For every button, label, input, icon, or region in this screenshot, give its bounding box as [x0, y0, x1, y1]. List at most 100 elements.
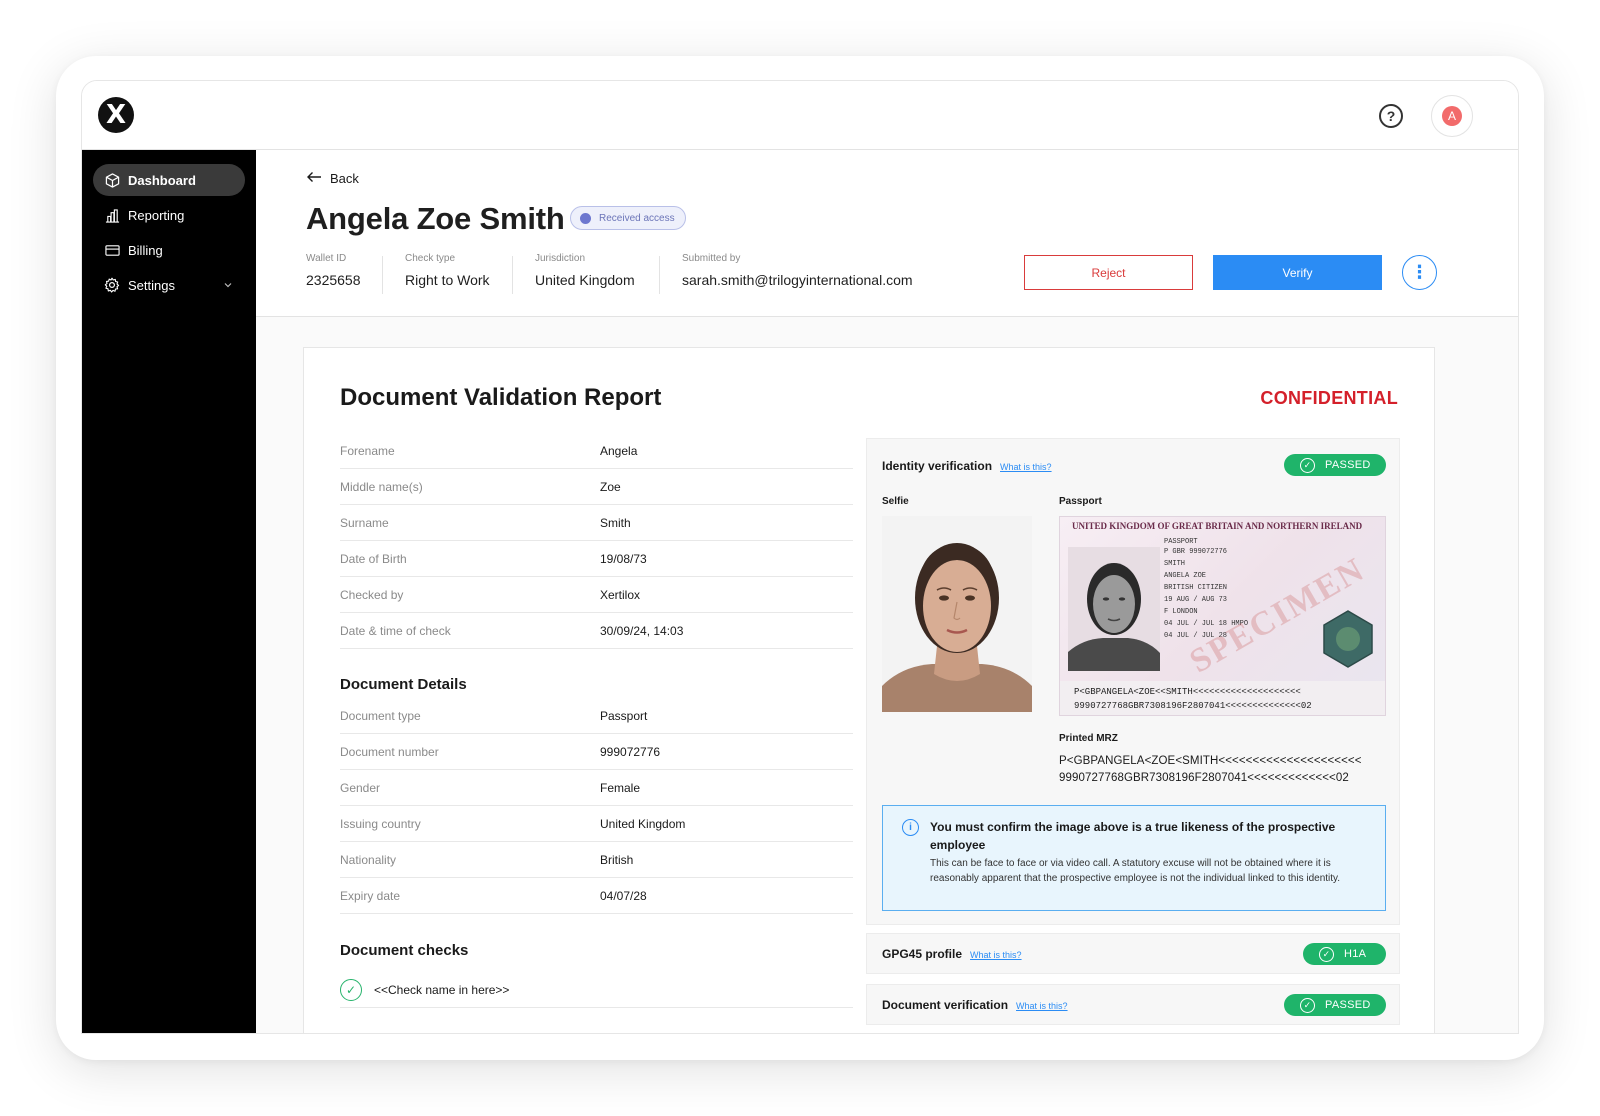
likeness-notice: i You must confirm the image above is a …	[882, 805, 1386, 911]
identity-verification-panel: Identity verification What is this? ✓ PAS…	[866, 438, 1400, 925]
check-circle-icon: ✓	[1319, 946, 1334, 962]
panel-title-label: Identity verification	[882, 459, 993, 473]
what-is-this-link[interactable]: What is this?	[1016, 1001, 1068, 1011]
detail-row: Document type Passport	[340, 698, 853, 734]
passed-label: PASSED	[1325, 999, 1371, 1011]
passport-mrz: P<GBPANGELA<ZOE<<SMITH<<<<<<<<<<<<<<<<<<…	[1060, 681, 1385, 715]
help-icon[interactable]: ?	[1379, 104, 1403, 128]
info-icon: i	[902, 819, 919, 836]
more-options-button[interactable]: ⋮	[1402, 255, 1437, 290]
printed-mrz-label: Printed MRZ	[1059, 733, 1118, 744]
row-value: Xertilox	[600, 587, 641, 602]
document-verification-title: Document verification What is this?	[882, 998, 1068, 1012]
selfie-label: Selfie	[882, 496, 909, 507]
row-key: Issuing country	[340, 816, 421, 831]
printed-mrz: P<GBPANGELA<ZOE<SMITH<<<<<<<<<<<<<<<<<<<…	[1059, 753, 1362, 787]
sidebar-item-label: Dashboard	[128, 172, 196, 188]
bar-chart-icon	[104, 207, 120, 223]
passport-header: UNITED KINGDOM OF GREAT BRITAIN AND NORT…	[1072, 521, 1363, 531]
passport-photo	[1068, 547, 1160, 671]
passport-field: PASSPORT	[1164, 538, 1198, 546]
status-dot-icon	[580, 212, 591, 224]
sidebar-item-reporting[interactable]: Reporting	[93, 199, 245, 231]
meta-jurisdiction: Jurisdiction United Kingdom	[535, 253, 635, 288]
meta-value: sarah.smith@trilogyinternational.com	[682, 272, 913, 288]
row-key: Date of Birth	[340, 551, 407, 566]
document-details-title: Document Details	[340, 676, 467, 693]
row-key: Document number	[340, 744, 439, 759]
back-label: Back	[330, 171, 359, 186]
check-circle-icon: ✓	[1300, 457, 1315, 473]
status-badge: Received access	[570, 206, 686, 230]
detail-row: Nationality British	[340, 842, 853, 878]
passed-badge: ✓ PASSED	[1284, 994, 1386, 1016]
panel-title-label: GPG45 profile	[882, 947, 963, 961]
passport-field: SMITH	[1164, 560, 1186, 568]
divider	[512, 256, 513, 294]
sidebar-item-billing[interactable]: Billing	[93, 234, 245, 266]
meta-value: 2325658	[306, 272, 361, 288]
sidebar-item-dashboard[interactable]: Dashboard	[93, 164, 245, 196]
passport-image: UNITED KINGDOM OF GREAT BRITAIN AND NORT…	[1059, 516, 1386, 716]
row-key: Document type	[340, 708, 421, 723]
detail-row: Gender Female	[340, 770, 853, 806]
h1a-badge: ✓ H1A	[1303, 943, 1386, 965]
person-details: Forename Angela Middle name(s) Zoe Surname…	[340, 433, 853, 649]
sidebar-item-label: Reporting	[128, 207, 185, 223]
passport-field: F LONDON	[1164, 608, 1198, 616]
row-value: British	[600, 852, 634, 867]
identity-verification-title: Identity verification What is this?	[882, 459, 1052, 473]
row-key: Gender	[340, 780, 381, 795]
what-is-this-link[interactable]: What is this?	[970, 950, 1022, 960]
check-circle-icon: ✓	[340, 978, 362, 1001]
panel-title-label: Document verification	[882, 998, 1009, 1012]
sidebar-item-settings[interactable]: Settings	[93, 269, 245, 301]
reject-button[interactable]: Reject	[1024, 255, 1193, 290]
row-key: Expiry date	[340, 888, 401, 903]
row-key: Surname	[340, 515, 389, 530]
row-value: United Kingdom	[600, 816, 686, 831]
page-title: Angela Zoe Smith	[306, 201, 565, 236]
passport-field: ANGELA ZOE	[1164, 572, 1207, 580]
top-bar: X ? A	[82, 81, 1518, 150]
selfie-image	[882, 516, 1032, 712]
row-value: Passport	[600, 708, 648, 723]
document-verification-panel: Document verification What is this? ✓ PAS…	[866, 984, 1400, 1025]
gpg45-panel: GPG45 profile What is this? ✓ H1A	[866, 933, 1400, 974]
mrz-line: P<GBPANGELA<ZOE<SMITH<<<<<<<<<<<<<<<<<<<…	[1059, 755, 1362, 767]
chevron-down-icon	[223, 278, 233, 293]
passport-label: Passport	[1059, 496, 1102, 507]
status-badge-label: Received access	[599, 212, 675, 224]
sidebar-item-label: Billing	[128, 242, 163, 258]
mrz-line: 9990727768GBR7308196F2807041<<<<<<<<<<<<…	[1074, 701, 1312, 711]
document-checks-title: Document checks	[340, 942, 469, 959]
confidential-label: CONFIDENTIAL	[1260, 388, 1398, 408]
avatar-button[interactable]: A	[1431, 95, 1473, 137]
back-link[interactable]: Back	[306, 171, 359, 186]
passport-field: P GBR 999072776	[1164, 548, 1228, 556]
app-logo[interactable]: X	[98, 97, 134, 133]
detail-row: Middle name(s) Zoe	[340, 469, 853, 505]
check-item-label: <<Check name in here>>	[374, 982, 510, 997]
meta-wallet-id: Wallet ID 2325658	[306, 253, 361, 288]
avatar: A	[1442, 106, 1462, 126]
meta-submitted-by: Submitted by sarah.smith@trilogyinternat…	[682, 253, 913, 288]
meta-label: Jurisdiction	[535, 253, 586, 264]
what-is-this-link[interactable]: What is this?	[1000, 462, 1052, 472]
row-value: Zoe	[600, 479, 621, 494]
report-title: Document Validation Report	[340, 384, 662, 411]
gear-icon	[104, 277, 120, 293]
document-details: Document type Passport Document number 999…	[340, 698, 853, 914]
verify-button[interactable]: Verify	[1213, 255, 1382, 290]
sidebar-item-label: Settings	[128, 277, 175, 293]
detail-row: Document number 999072776	[340, 734, 853, 770]
passport-field: BRITISH CITIZEN	[1164, 584, 1228, 592]
h1a-label: H1A	[1344, 948, 1367, 960]
meta-check-type: Check type Right to Work	[405, 253, 490, 288]
notice-title: You must confirm the image above is a tr…	[930, 820, 1336, 852]
gpg45-title: GPG45 profile What is this?	[882, 947, 1022, 961]
row-value: 999072776	[600, 744, 661, 759]
passport-chip-icon	[1323, 610, 1373, 668]
passed-label: PASSED	[1325, 459, 1371, 471]
divider	[382, 256, 383, 294]
